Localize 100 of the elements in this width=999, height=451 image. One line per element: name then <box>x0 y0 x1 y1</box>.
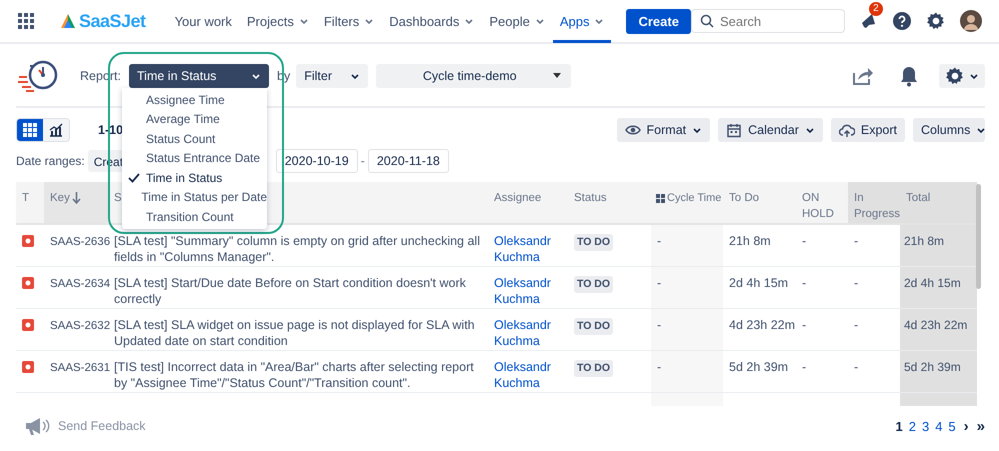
nav-menu-item[interactable]: Your work <box>168 0 239 43</box>
sort-down-icon <box>72 192 81 204</box>
assignee-link[interactable]: Oleksandr Kuchma <box>494 233 564 265</box>
table-cell: 21h 8m <box>904 234 944 248</box>
page-link[interactable]: 1 <box>895 418 903 434</box>
table-cell: - <box>657 318 662 332</box>
next-page-link[interactable]: › <box>964 418 969 434</box>
table-cell: - <box>657 234 662 248</box>
column-header[interactable]: Status <box>574 190 607 206</box>
settings-icon[interactable] <box>926 11 946 31</box>
report-dropdown[interactable]: Time in Status <box>129 64 269 88</box>
table-cell: - <box>854 360 858 374</box>
toolbar-button[interactable]: Export <box>830 118 905 142</box>
page-link[interactable]: 2 <box>908 418 916 434</box>
assignee-link[interactable]: Oleksandr Kuchma <box>494 358 564 390</box>
scrollbar-thumb[interactable] <box>976 184 981 289</box>
table-cell: 5d 2h 39m <box>904 360 961 374</box>
nav-menu-item[interactable]: People <box>482 0 552 43</box>
group-by-dropdown[interactable]: Filter <box>296 64 368 88</box>
caret-icon <box>350 72 360 80</box>
assignee-link[interactable]: Oleksandr Kuchma <box>494 274 564 306</box>
assignee-link[interactable]: Oleksandr Kuchma <box>494 316 564 348</box>
table-cell: 2d 4h 15m <box>904 276 961 290</box>
date-ranges-label: Date ranges: <box>16 154 85 168</box>
menu-item[interactable]: Time in Status <box>122 168 267 188</box>
table-cell: 21h 8m <box>729 234 771 248</box>
table-cell: - <box>802 360 806 374</box>
menu-item[interactable]: Status Count <box>122 129 267 148</box>
megaphone-icon <box>24 416 50 436</box>
column-header[interactable]: To Do <box>729 190 760 206</box>
issue-summary: [TIS test] Incorrect data in "Area/Bar" charts after selecting report by "Assignee Time"/"Status Count"/"Transition count". <box>114 360 474 390</box>
menu-item[interactable]: Time in Status per Date <box>122 188 267 207</box>
table-cell: - <box>802 318 806 332</box>
avatar-icon[interactable] <box>960 10 982 32</box>
page-link[interactable]: 3 <box>922 418 930 434</box>
page-link[interactable]: 5 <box>948 418 956 434</box>
end-date-field[interactable]: 2020-11-18 <box>368 149 449 173</box>
status-lozenge: TO DO <box>574 276 614 292</box>
nav-menu-item[interactable]: Filters <box>316 0 382 43</box>
table-cell: 2d 4h 15m <box>729 276 788 290</box>
settings-icon <box>945 66 965 86</box>
table-cell: 5d 2h 39m <box>729 360 788 374</box>
menu-item[interactable]: Average Time <box>122 110 267 129</box>
bug-icon <box>22 235 34 247</box>
nav-menu-item[interactable]: Projects <box>240 0 316 43</box>
status-lozenge: TO DO <box>574 234 614 251</box>
toolbar-button[interactable]: Calendar <box>718 118 823 142</box>
create-button[interactable]: Create <box>626 8 691 34</box>
bell-icon[interactable] <box>900 65 918 87</box>
table-cell: 4d 23h 22m <box>729 318 796 332</box>
status-lozenge: TO DO <box>574 318 614 334</box>
menu-item[interactable]: Transition Count <box>122 207 267 226</box>
bug-icon <box>22 318 34 330</box>
page-link[interactable]: 4 <box>935 418 942 434</box>
menu-item[interactable]: Assignee Time <box>122 90 267 110</box>
table-cell: - <box>854 234 858 248</box>
menu-item[interactable]: Status Entrance Date <box>122 148 267 168</box>
cloud-upload-icon <box>838 122 855 138</box>
table-cell: - <box>657 360 662 374</box>
nav-menu-item[interactable]: Apps <box>552 0 612 43</box>
caret-icon <box>553 73 562 79</box>
chart-icon <box>49 123 63 137</box>
issue-summary: [SLA test] Start/Due date Before on Start condition doesn't work correctly <box>114 276 466 306</box>
calendar-icon <box>726 122 742 138</box>
bug-icon <box>22 276 34 288</box>
issue-summary: [SLA test] "Summary" column is empty on grid after unchecking all fields in "Columns Manager". <box>114 234 480 264</box>
table-cell: - <box>802 276 806 290</box>
grid-icon <box>656 194 665 203</box>
last-page-link[interactable]: » <box>976 418 985 434</box>
issue-key[interactable]: SAAS-2634 <box>50 278 110 290</box>
eye-icon <box>624 122 641 138</box>
table-cell: - <box>854 276 858 290</box>
share-icon[interactable] <box>852 66 874 86</box>
issue-key[interactable]: SAAS-2632 <box>50 320 110 332</box>
table-cell: - <box>802 234 806 248</box>
grid-view-button[interactable] <box>17 119 43 141</box>
table-cell: - <box>854 318 858 332</box>
grid-icon <box>23 123 37 137</box>
search-icon <box>700 14 714 28</box>
issue-key[interactable]: SAAS-2636 <box>50 236 110 248</box>
notification-count: 2 <box>868 2 883 16</box>
chart-view-button[interactable] <box>43 119 69 141</box>
column-header[interactable]: Key <box>50 190 83 206</box>
settings-button[interactable] <box>939 64 985 88</box>
table-cell: 4d 23h 22m <box>904 318 968 332</box>
date-separator: - <box>360 154 365 168</box>
help-icon[interactable] <box>892 11 912 31</box>
toolbar-button[interactable]: Columns <box>913 118 985 142</box>
column-header[interactable]: T <box>22 190 30 206</box>
saved-query-dropdown[interactable]: Cycle time-demo <box>376 64 572 88</box>
issue-key[interactable]: SAAS-2631 <box>50 362 110 374</box>
nav-menu-item[interactable]: Dashboards <box>382 0 482 43</box>
status-lozenge: TO DO <box>574 360 614 376</box>
table-cell: - <box>657 276 662 290</box>
app-switcher-icon[interactable] <box>18 13 34 29</box>
stopwatch-logo-icon <box>16 58 60 94</box>
start-date-field[interactable]: 2020-10-19 <box>276 149 358 173</box>
search-field[interactable]: Search <box>690 9 845 33</box>
toolbar-button[interactable]: Format <box>616 118 710 142</box>
column-header[interactable]: S <box>114 190 122 206</box>
